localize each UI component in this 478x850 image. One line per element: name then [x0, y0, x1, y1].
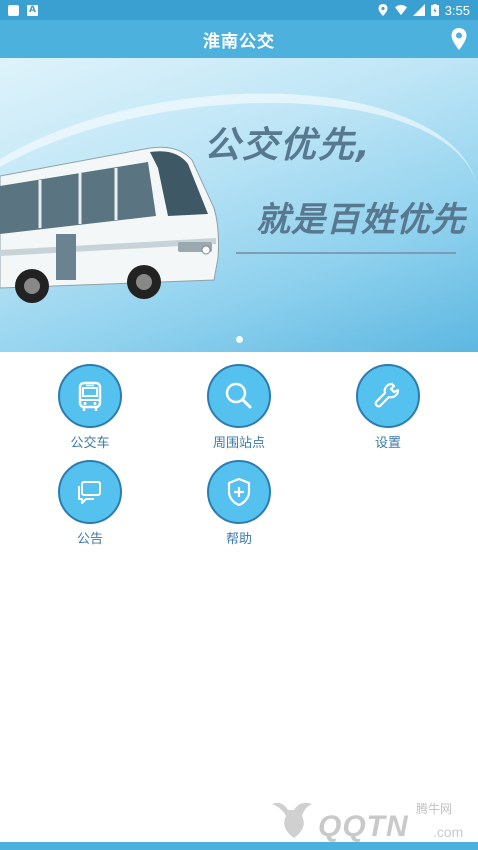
menu-help-circle[interactable] [207, 460, 271, 524]
banner-slogan-1: 公交优先, [204, 125, 372, 166]
menu-help[interactable]: 帮助 [179, 460, 299, 550]
banner-carousel[interactable]: 公交优先, 就是百姓优先 [0, 58, 478, 352]
menu-settings[interactable]: 设置 [328, 364, 448, 454]
bottom-bar [0, 842, 478, 850]
menu-nearby-stops-circle[interactable] [207, 364, 271, 428]
menu-announcements-circle[interactable] [58, 460, 122, 524]
menu-announcements[interactable]: 公告 [30, 460, 150, 550]
watermark-bull-icon [272, 802, 312, 838]
map-pin-icon[interactable] [448, 27, 470, 51]
battery-icon [430, 4, 439, 16]
status-time: 3:55 [444, 2, 470, 18]
wifi-icon [394, 4, 407, 16]
watermark-suffix: .com [433, 824, 464, 840]
menu-nearby-stops-label: 周围站点 [212, 436, 265, 451]
menu-bus-circle[interactable] [58, 364, 122, 428]
wrench-icon [374, 382, 400, 408]
menu-bus-label: 公交车 [70, 436, 110, 451]
watermark-small-text: 腾牛网 [416, 802, 453, 816]
banner-divider [236, 252, 456, 254]
watermark-logo: 腾牛网 QQTN .com [268, 798, 478, 846]
status-left: A [8, 4, 38, 16]
watermark-text: QQTN [318, 810, 409, 843]
app-header: 淮南公交 [0, 20, 478, 58]
shield-plus-icon [227, 477, 251, 507]
menu-settings-circle[interactable] [356, 364, 420, 428]
status-right: 3:55 [377, 3, 470, 18]
menu-nearby-stops[interactable]: 周围站点 [179, 364, 299, 454]
bus-icon [78, 381, 102, 411]
search-icon [225, 382, 252, 409]
menu-announcements-label: 公告 [76, 532, 103, 547]
location-status-icon [378, 4, 388, 16]
page-title: 淮南公交 [203, 31, 275, 52]
signal-icon [412, 4, 425, 16]
carousel-indicator [0, 336, 478, 343]
status-bar: A 3:55 [0, 0, 478, 20]
carousel-dot-active[interactable] [235, 336, 243, 343]
notification-icon [8, 4, 19, 16]
menu-bus[interactable]: 公交车 [30, 364, 150, 454]
banner-slogan-2: 就是百姓优先 [256, 200, 466, 240]
menu-help-label: 帮助 [225, 532, 252, 547]
chat-icon [78, 481, 101, 504]
menu-settings-label: 设置 [374, 436, 401, 451]
app-badge-icon: A [27, 4, 38, 16]
